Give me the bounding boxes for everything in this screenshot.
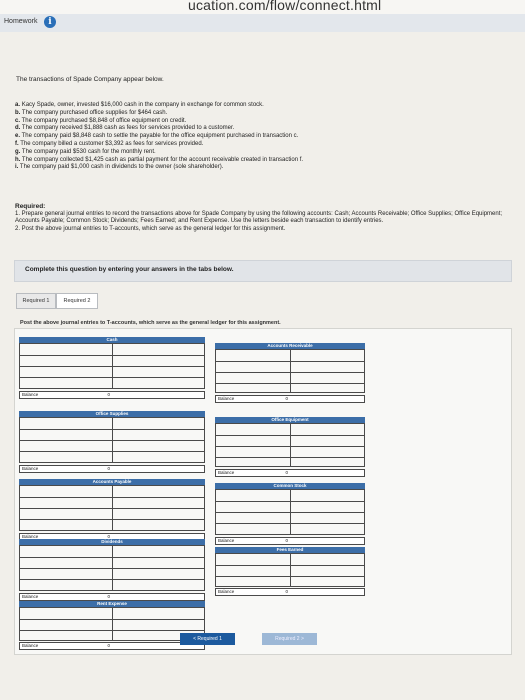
t-account-balance: Balance 0	[19, 391, 205, 399]
t-account-accounts-receivable: Accounts Receivable Balance 0	[215, 343, 365, 403]
tab-required-1[interactable]: Required 1	[16, 293, 56, 309]
instruction-text: Complete this question by entering your …	[25, 266, 234, 273]
transaction-item: h. The company collected $1,425 cash as …	[15, 156, 304, 163]
next-button[interactable]: Required 2 >	[262, 633, 317, 645]
tab-required-2[interactable]: Required 2	[56, 293, 98, 309]
problem-intro: The transactions of Spade Company appear…	[16, 76, 164, 83]
t-account-fees-earned: Fees Earned Balance 0	[215, 547, 365, 597]
t-account-balance: Balance 0	[19, 465, 205, 473]
t-account-balance: Balance 0	[215, 588, 365, 596]
t-account-office-equipment: Office Equipment Balance 0	[215, 417, 365, 477]
t-account-entries[interactable]	[215, 349, 365, 393]
t-account-entries[interactable]	[19, 545, 205, 591]
info-icon[interactable]: i	[44, 16, 56, 28]
t-account-entries[interactable]	[19, 607, 205, 641]
t-account-balance: Balance 0	[215, 469, 365, 477]
transactions-list: a. Kacy Spade, owner, invested $16,000 c…	[15, 102, 505, 172]
instruction-band: Complete this question by entering your …	[14, 260, 512, 282]
t-account-balance: Balance 0	[19, 642, 205, 650]
t-account-common-stock: Common Stock Balance 0	[215, 483, 365, 545]
t-account-balance: Balance 0	[215, 395, 365, 403]
transaction-item: i. The company paid $1,000 cash in divid…	[15, 164, 224, 171]
homework-label: Homework	[4, 18, 38, 25]
post-instruction: Post the above journal entries to T-acco…	[20, 320, 281, 326]
transaction-item: e. The company paid $8,848 cash to settl…	[15, 133, 299, 140]
t-account-entries[interactable]	[19, 417, 205, 463]
t-account-cash: Cash Balance 0	[19, 337, 205, 399]
transaction-item: a. Kacy Spade, owner, invested $16,000 c…	[15, 102, 264, 108]
t-account-office-supplies: Office Supplies Balance 0	[19, 411, 205, 473]
transaction-item: b. The company purchased office supplies…	[15, 109, 168, 116]
transaction-item: c. The company purchased $8,848 of offic…	[15, 117, 187, 124]
required-1-text: 1. Prepare general journal entries to re…	[15, 211, 503, 225]
transaction-item: f. The company billed a customer $3,392 …	[15, 140, 204, 147]
t-accounts-panel: Cash Balance 0 Office Supplies Balance 0…	[14, 328, 512, 655]
t-account-entries[interactable]	[19, 485, 205, 531]
required-title: Required:	[15, 203, 46, 210]
t-account-entries[interactable]	[215, 489, 365, 535]
assignment-header	[0, 14, 525, 33]
t-account-accounts-payable: Accounts Payable Balance 0	[19, 479, 205, 541]
transaction-item: g. The company paid $530 cash for the mo…	[15, 148, 156, 155]
transaction-item: d. The company received $1,888 cash as f…	[15, 125, 235, 132]
t-account-balance: Balance 0	[19, 593, 205, 601]
t-account-entries[interactable]	[19, 343, 205, 389]
t-account-dividends: Dividends Balance 0	[19, 539, 205, 601]
required-2-text: 2. Post the above journal entries to T-a…	[15, 225, 286, 232]
prev-button[interactable]: < Required 1	[180, 633, 235, 645]
t-account-entries[interactable]	[215, 423, 365, 467]
page: ucation.com/flow/connect.html Homework i…	[0, 0, 525, 700]
url-text: ucation.com/flow/connect.html	[188, 0, 382, 13]
required-instructions: 1. Prepare general journal entries to re…	[15, 211, 513, 233]
t-account-balance: Balance 0	[215, 537, 365, 545]
t-account-rent-expense: Rent Expense Balance 0	[19, 601, 205, 651]
browser-address-bar[interactable]: ucation.com/flow/connect.html	[0, 0, 525, 14]
t-account-entries[interactable]	[215, 553, 365, 587]
